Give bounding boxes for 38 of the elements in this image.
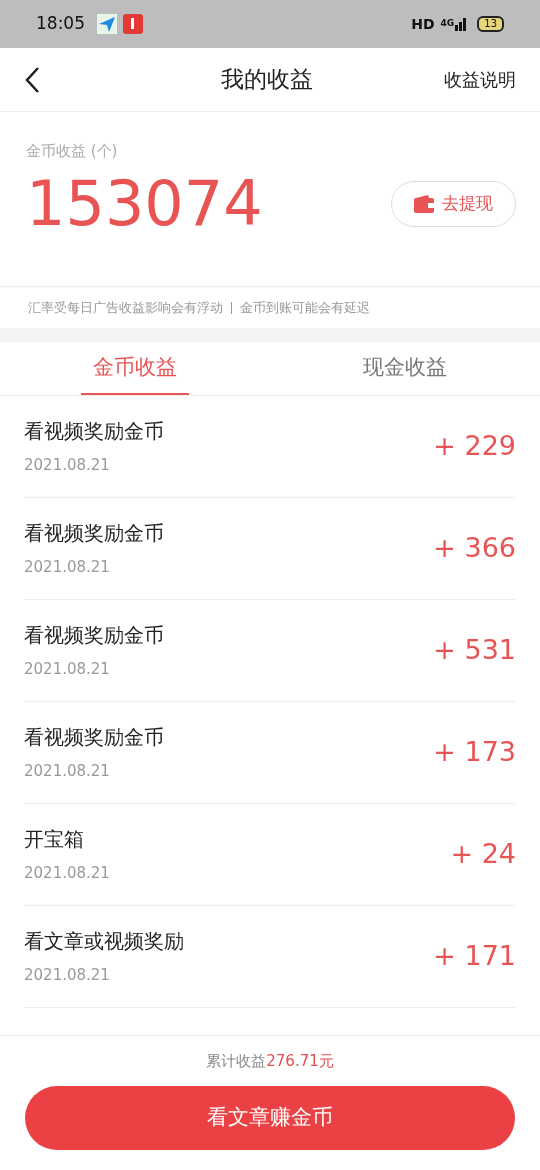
page-title: 我的收益 <box>221 65 313 95</box>
network-label: 4G <box>440 17 455 31</box>
record-title: 看视频奖励金币 <box>24 418 164 446</box>
record-amount: + 229 <box>433 429 516 464</box>
record-amount: + 173 <box>433 735 516 770</box>
record-title: 开宝箱 <box>24 826 85 854</box>
notice-text: 金币到账可能会有延迟 <box>240 298 370 317</box>
record-title: 看文章或视频奖励 <box>24 928 184 956</box>
wallet-icon <box>414 194 434 213</box>
record-date: 2021.08.21 <box>24 455 111 477</box>
hd-label: HD <box>411 14 435 34</box>
battery-indicator: 13 <box>477 16 504 32</box>
record-title: 看视频奖励金币 <box>24 520 164 548</box>
record-amount: + 24 <box>450 837 516 872</box>
record-date: 2021.08.21 <box>24 557 111 579</box>
status-time: 18:05 <box>36 12 85 36</box>
record-date: 2021.08.21 <box>24 965 111 987</box>
record-date: 2021.08.21 <box>24 863 110 885</box>
tab[interactable]: 金币收益 <box>81 342 189 395</box>
record-date: 2021.08.21 <box>24 761 111 783</box>
earn-coins-button[interactable]: 看文章赚金币 <box>25 1086 515 1150</box>
record-amount: + 366 <box>433 531 516 566</box>
back-icon[interactable] <box>24 65 40 94</box>
record-date: 2021.08.21 <box>24 659 111 681</box>
total-label: 累计收益 <box>206 1050 267 1072</box>
income-info-link[interactable]: 收益说明 <box>444 66 516 93</box>
send-app-icon <box>97 14 117 34</box>
balance-label: 金币收益 (个) <box>26 141 119 162</box>
notice-text: 汇率受每日广告收益影响会有浮动 <box>28 298 223 317</box>
total-amount: 276.71元 <box>266 1050 334 1072</box>
tab[interactable]: 现金收益 <box>351 342 459 395</box>
signal-icon <box>455 17 468 31</box>
record-amount: + 531 <box>433 633 516 668</box>
record-amount: + 171 <box>433 939 516 974</box>
record-title: 看视频奖励金币 <box>24 724 164 752</box>
record-title: 看视频奖励金币 <box>24 622 164 650</box>
news-app-icon <box>123 14 143 34</box>
coin-balance: 153074 <box>26 172 263 235</box>
